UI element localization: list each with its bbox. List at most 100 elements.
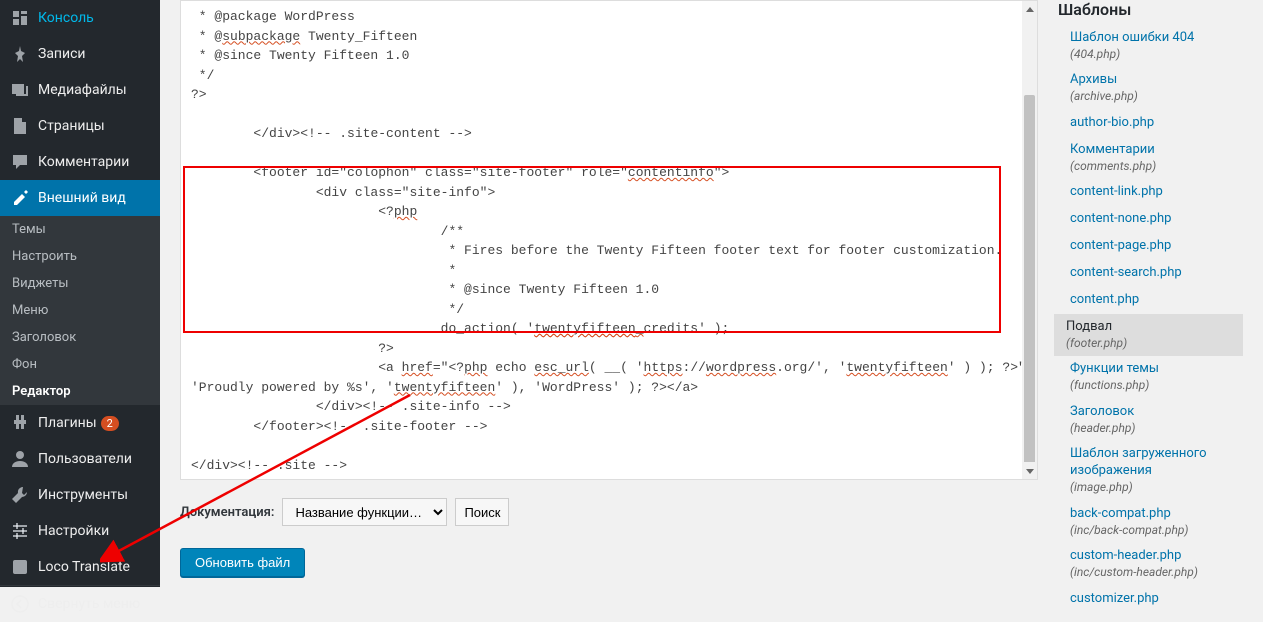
template-link[interactable]: author-bio.php: [1070, 115, 1154, 130]
menu-item-collapse[interactable]: Свернуть меню: [0, 585, 160, 622]
template-link[interactable]: content.php: [1070, 292, 1139, 307]
template-filename: (functions.php): [1070, 378, 1243, 394]
menu-label: Внешний вид: [38, 190, 126, 206]
menu-label: Пользователи: [38, 451, 132, 467]
menu-item-plugin[interactable]: Плагины 2: [0, 405, 160, 441]
submenu-item[interactable]: Меню: [0, 297, 160, 324]
collapse-icon: [10, 594, 30, 614]
appearance-icon: [10, 188, 30, 208]
submenu-item[interactable]: Темы: [0, 216, 160, 243]
scroll-up-button[interactable]: [1022, 1, 1037, 18]
template-filename: (archive.php): [1070, 89, 1243, 105]
editor-scrollbar[interactable]: [1022, 1, 1037, 479]
function-select[interactable]: Название функции…: [282, 498, 447, 526]
documentation-label: Документация:: [180, 505, 274, 520]
template-link[interactable]: content-page.php: [1070, 238, 1171, 253]
menu-item-settings[interactable]: Настройки: [0, 513, 160, 549]
template-link[interactable]: Шаблон загруженного изображения: [1070, 446, 1207, 478]
menu-label: Инструменты: [38, 487, 128, 503]
template-item[interactable]: Функции темы (functions.php): [1058, 356, 1243, 398]
template-item[interactable]: Подвал (footer.php): [1054, 314, 1243, 356]
admin-sidebar: Консоль Записи Медиафайлы Страницы Комментар…: [0, 0, 160, 587]
template-link[interactable]: content-none.php: [1070, 211, 1171, 226]
menu-label: Свернуть меню: [38, 596, 140, 612]
menu-label: Loco Translate: [38, 559, 130, 575]
menu-item-comment[interactable]: Комментарии: [0, 144, 160, 180]
template-item[interactable]: Архивы (archive.php): [1058, 67, 1243, 109]
page-icon: [10, 116, 30, 136]
scroll-down-button[interactable]: [1022, 462, 1037, 479]
submenu-item[interactable]: Редактор: [0, 378, 160, 405]
update-badge: 2: [101, 416, 119, 431]
comment-icon: [10, 152, 30, 172]
menu-label: Плагины: [38, 415, 97, 431]
template-link[interactable]: Шаблон ошибки 404: [1070, 30, 1194, 45]
submenu-item[interactable]: Фон: [0, 351, 160, 378]
template-item[interactable]: Шаблон загруженного изображения (image.ph…: [1058, 441, 1243, 500]
template-item[interactable]: author-bio.php: [1058, 110, 1243, 137]
template-link[interactable]: customizer.php: [1070, 591, 1159, 606]
template-item[interactable]: content-search.php: [1058, 260, 1243, 287]
template-link[interactable]: Подвал: [1066, 319, 1112, 334]
template-link[interactable]: custom-header.php: [1070, 548, 1181, 563]
menu-label: Записи: [38, 46, 86, 62]
appearance-submenu: ТемыНастроитьВиджетыМенюЗаголовокФонРеда…: [0, 216, 160, 405]
template-item[interactable]: Шаблон ошибки 404 (404.php): [1058, 25, 1243, 67]
tool-icon: [10, 485, 30, 505]
templates-panel: Шаблоны Шаблон ошибки 404 (404.php) Архивы…: [1038, 0, 1243, 587]
scroll-thumb[interactable]: [1024, 95, 1035, 465]
search-button[interactable]: Поиск: [455, 498, 509, 526]
documentation-row: Документация: Название функции… Поиск: [180, 498, 1038, 526]
template-item[interactable]: customizer.php: [1058, 586, 1243, 613]
pin-icon: [10, 44, 30, 64]
code-editor-wrapper: * @package WordPress * @subpackage Twent…: [180, 0, 1038, 480]
settings-icon: [10, 521, 30, 541]
template-filename: (inc/back-compat.php): [1070, 523, 1243, 539]
menu-item-loco[interactable]: Loco Translate: [0, 549, 160, 585]
template-link[interactable]: content-search.php: [1070, 265, 1182, 280]
submenu-item[interactable]: Настроить: [0, 243, 160, 270]
main-content: * @package WordPress * @subpackage Twent…: [160, 0, 1263, 587]
menu-item-appearance[interactable]: Внешний вид: [0, 180, 160, 216]
template-filename: (404.php): [1070, 47, 1243, 63]
media-icon: [10, 80, 30, 100]
menu-item-media[interactable]: Медиафайлы: [0, 72, 160, 108]
template-link[interactable]: back-compat.php: [1070, 506, 1171, 521]
template-item[interactable]: custom-header.php (inc/custom-header.php): [1058, 543, 1243, 585]
menu-label: Медиафайлы: [38, 82, 127, 98]
template-filename: (image.php): [1070, 480, 1243, 496]
menu-label: Консоль: [38, 10, 94, 26]
template-item[interactable]: Заголовок (header.php): [1058, 399, 1243, 441]
menu-item-tool[interactable]: Инструменты: [0, 477, 160, 513]
template-link[interactable]: Архивы: [1070, 72, 1117, 87]
template-filename: (inc/custom-header.php): [1070, 565, 1243, 581]
template-item[interactable]: content-none.php: [1058, 206, 1243, 233]
user-icon: [10, 449, 30, 469]
template-item[interactable]: content.php: [1058, 287, 1243, 314]
menu-label: Страницы: [38, 118, 105, 134]
template-filename: (header.php): [1070, 421, 1243, 437]
loco-icon: [10, 557, 30, 577]
submenu-item[interactable]: Виджеты: [0, 270, 160, 297]
template-filename: (footer.php): [1066, 336, 1243, 352]
submenu-item[interactable]: Заголовок: [0, 324, 160, 351]
code-textarea[interactable]: [181, 1, 1037, 479]
menu-item-page[interactable]: Страницы: [0, 108, 160, 144]
menu-item-pin[interactable]: Записи: [0, 36, 160, 72]
template-item[interactable]: Комментарии(comments.php): [1058, 137, 1243, 179]
menu-label: Настройки: [38, 523, 109, 539]
template-item[interactable]: content-link.php: [1058, 179, 1243, 206]
template-link[interactable]: Комментарии: [1070, 142, 1155, 157]
template-link[interactable]: Функции темы: [1070, 361, 1159, 376]
update-file-button[interactable]: Обновить файл: [180, 548, 305, 577]
plugin-icon: [10, 413, 30, 433]
menu-item-dashboard[interactable]: Консоль: [0, 0, 160, 36]
template-item[interactable]: back-compat.php (inc/back-compat.php): [1058, 501, 1243, 543]
template-item[interactable]: content-page.php: [1058, 233, 1243, 260]
dashboard-icon: [10, 8, 30, 28]
template-link[interactable]: content-link.php: [1070, 184, 1163, 199]
menu-item-user[interactable]: Пользователи: [0, 441, 160, 477]
template-link[interactable]: Заголовок: [1070, 404, 1134, 419]
menu-label: Комментарии: [38, 154, 129, 170]
templates-heading: Шаблоны: [1058, 0, 1243, 19]
